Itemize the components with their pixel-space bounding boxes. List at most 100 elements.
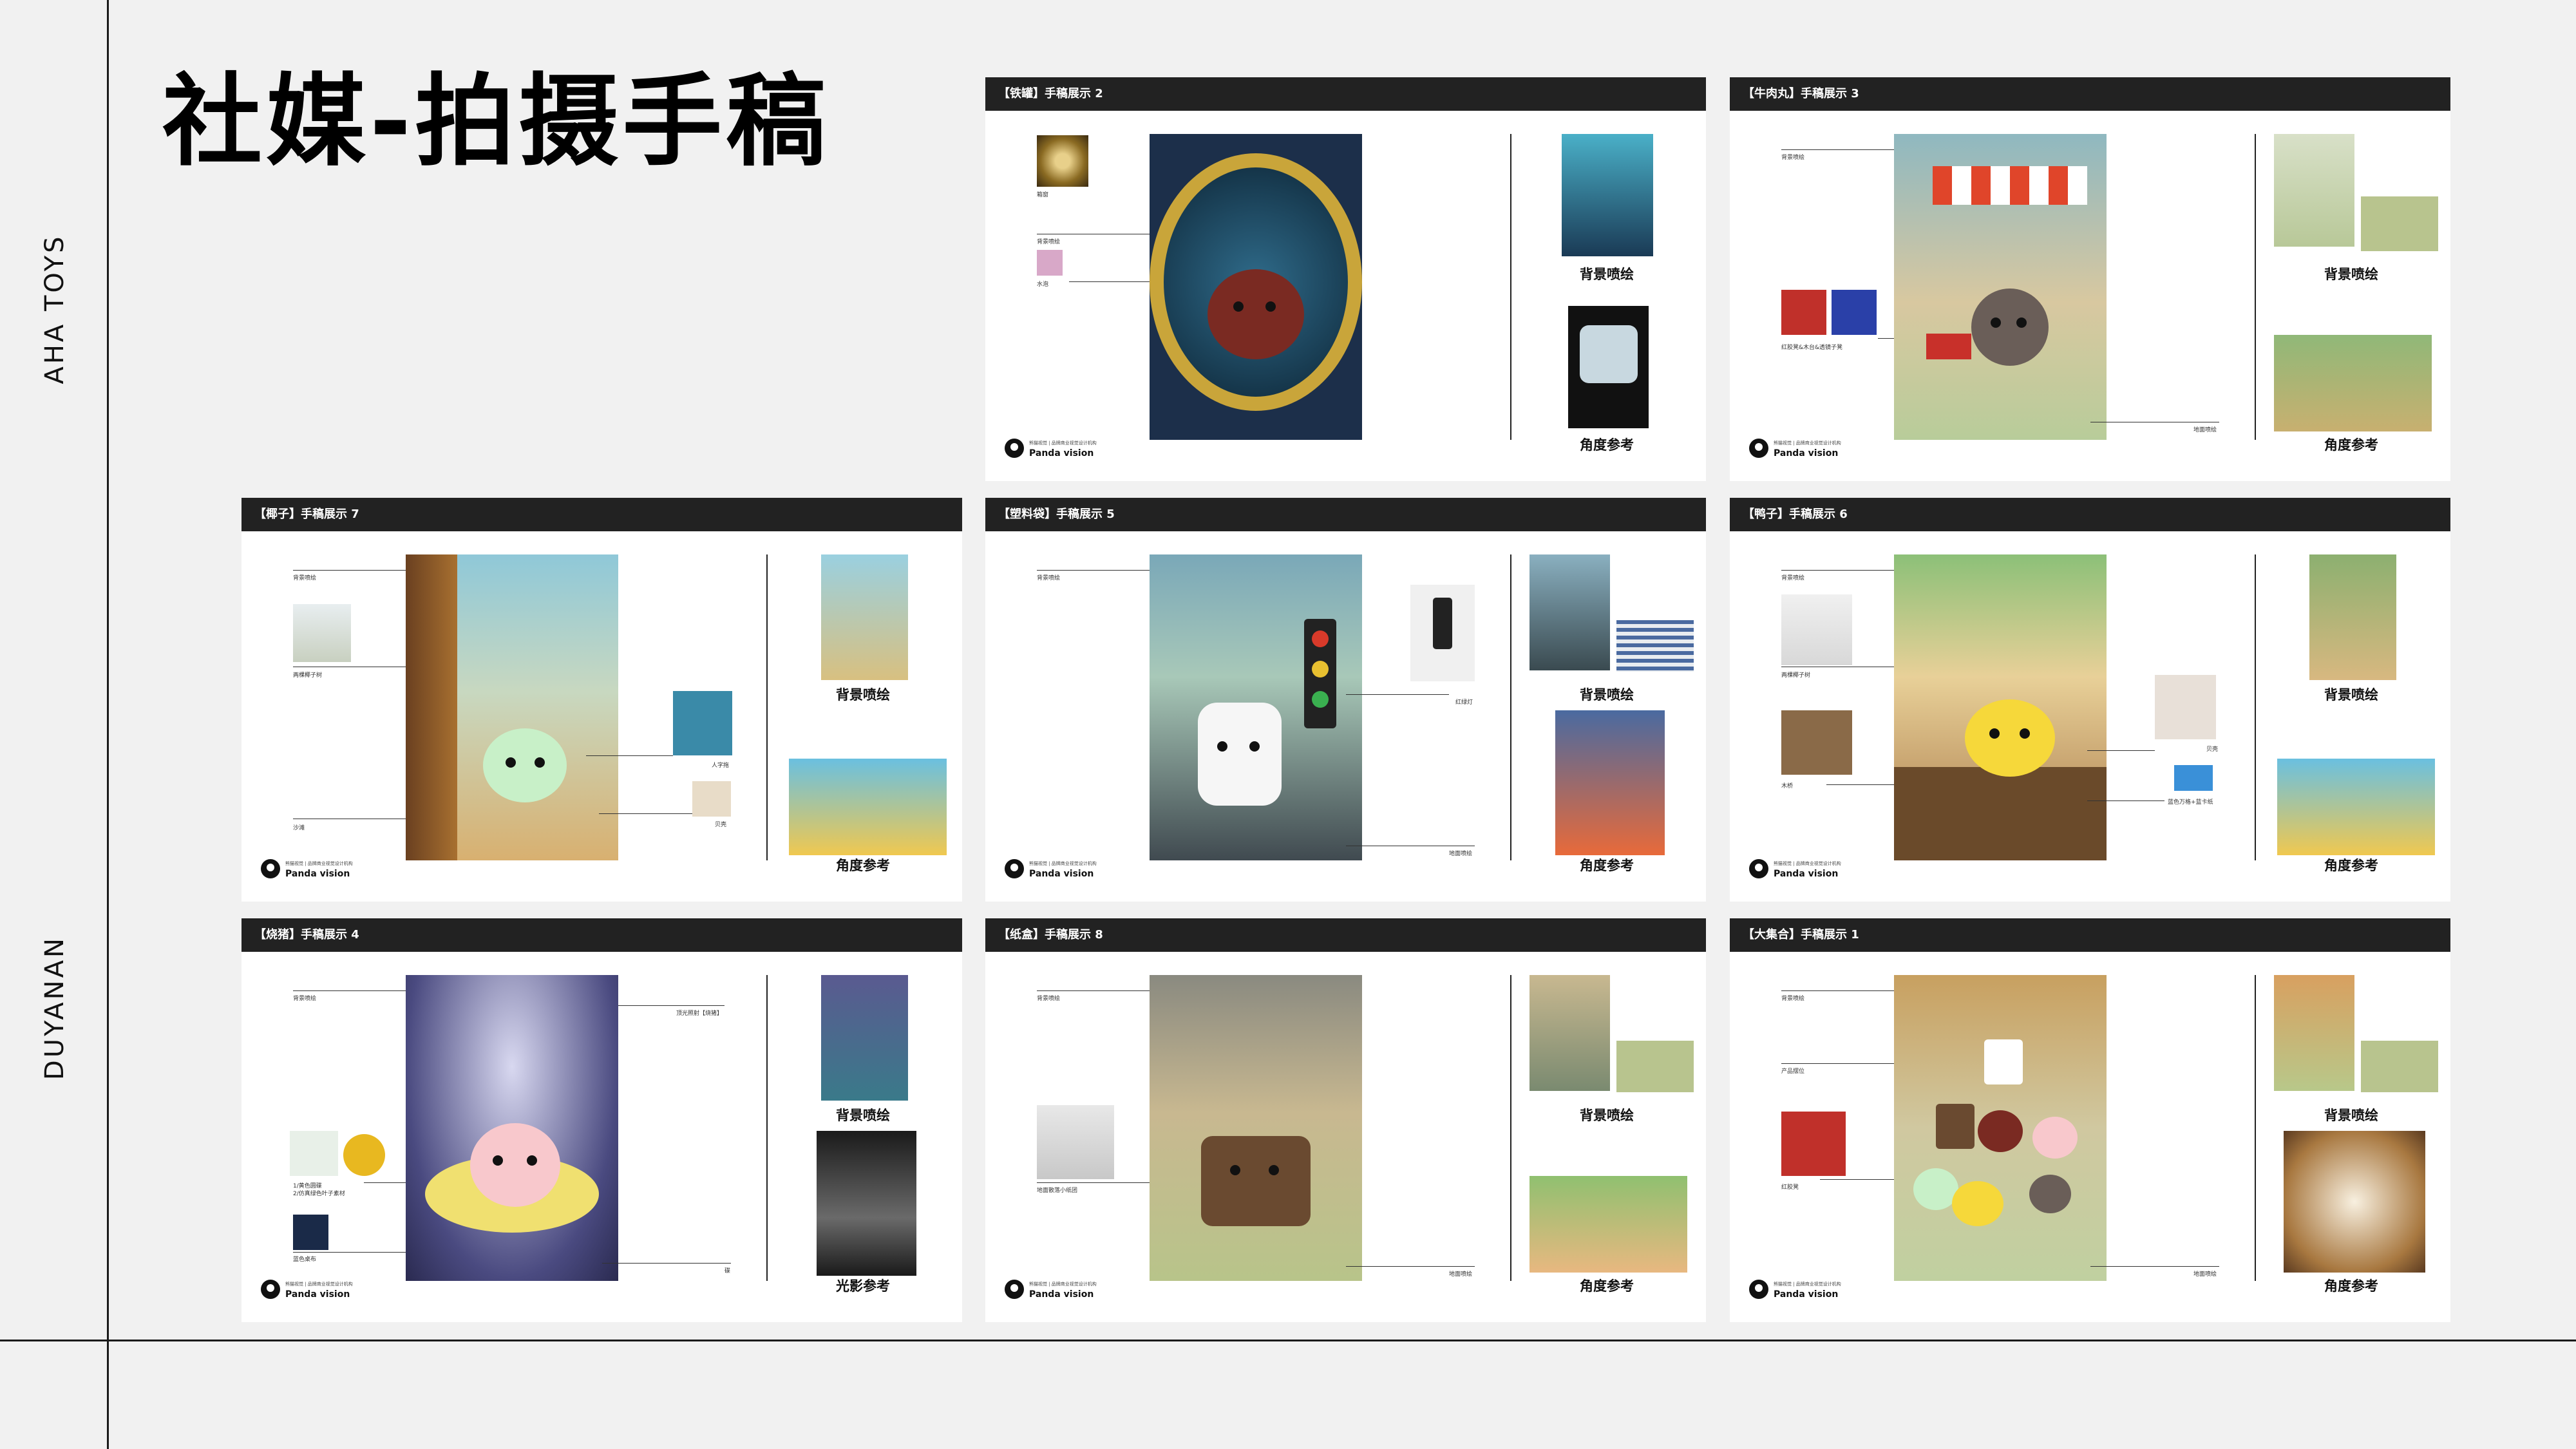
annotation-line: [293, 1252, 406, 1253]
background-reference-image: [1530, 975, 1610, 1091]
background-reference-label: 背景喷绘: [1580, 267, 1634, 282]
annotation-label: 背景喷绘: [1781, 996, 1805, 1002]
sketch-card-duck: 【鸭子】手稿展示 6 背景喷绘 两棵椰子树 木桥 贝壳 蓝色万格+蓝卡纸 背景喷…: [1730, 498, 2450, 902]
horizontal-rule: [0, 1340, 2576, 1341]
vertical-rule: [107, 0, 109, 1449]
annotation-line: [2087, 800, 2164, 801]
can-sketch-photo: [1150, 134, 1362, 440]
angle-reference-label: 角度参考: [2324, 1278, 2378, 1294]
annotation-label: 两棵椰子树: [293, 672, 323, 679]
angle-reference-label: 角度参考: [836, 858, 890, 873]
roast-pig-sketch-photo: [406, 975, 618, 1281]
annotation-label: 背景喷绘: [1781, 575, 1805, 582]
sketch-card-group: 【大集合】手稿展示 1 背景喷绘 产品摆位 红胶凳 地面喷绘 背景喷绘 角度参考…: [1730, 918, 2450, 1322]
annotation-line: [1037, 1182, 1150, 1183]
color-swatch: [1616, 620, 1694, 672]
card-header: 【纸盒】手稿展示 8: [985, 918, 1706, 952]
annotation-line: [2090, 1266, 2219, 1267]
annotation-label: 地面喷绘: [2193, 427, 2217, 433]
meatball-sketch-photo: [1894, 134, 2107, 440]
card-divider: [2255, 975, 2256, 1281]
panda-vision-logo: 熊猫视觉 | 品牌商业视觉设计机构 Panda vision: [261, 858, 353, 879]
blue-card-thumbnail: [2174, 765, 2213, 791]
lighting-reference-label: 光影参考: [836, 1278, 890, 1294]
color-swatch: [2361, 196, 2438, 251]
panda-logo-icon: [1005, 859, 1024, 878]
sketch-card-meatball: 【牛肉丸】手稿展示 3 背景喷绘 红胶凳&木台&透镜子凳 地面喷绘 背景喷绘 角…: [1730, 77, 2450, 481]
annotation-label: 顶光照射【烧猪】: [676, 1010, 723, 1017]
background-reference-image: [2274, 975, 2354, 1091]
background-reference-label: 背景喷绘: [2324, 687, 2378, 703]
background-reference-label: 背景喷绘: [1580, 687, 1634, 703]
porthole-thumbnail: [1037, 135, 1088, 187]
duck-sketch-photo: [1894, 554, 2107, 860]
panda-logo-icon: [1749, 1280, 1768, 1299]
annotation-label: 人字拖: [712, 762, 730, 769]
annotation-line: [1346, 694, 1449, 695]
background-reference-image: [821, 554, 908, 680]
annotation-line: [586, 755, 673, 756]
angle-reference-image: [1568, 306, 1649, 428]
slipper-thumbnail: [673, 691, 732, 755]
panda-logo-icon: [1749, 859, 1768, 878]
annotation-label: 背景喷绘: [293, 996, 317, 1002]
angle-reference-label: 角度参考: [1580, 858, 1634, 873]
lighting-reference-image: [817, 1131, 916, 1276]
panda-vision-logo: 熊猫视觉 | 品牌商业视觉设计机构 Panda vision: [261, 1279, 353, 1300]
group-sketch-photo: [1894, 975, 2107, 1281]
annotation-label: 红胶凳: [1781, 1184, 1799, 1191]
background-reference-label: 背景喷绘: [836, 687, 890, 703]
side-label-author: DUYANAN: [40, 936, 70, 1080]
annotation-label: 2/仿真绿色叶子素材: [293, 1191, 345, 1197]
card-header: 【牛肉丸】手稿展示 3: [1730, 77, 2450, 111]
sketch-card-coconut: 【椰子】手稿展示 7 背景喷绘 两棵椰子树 沙滩 人字拖 贝壳 背景喷绘 角度参…: [242, 498, 962, 902]
annotation-label: 地面喷绘: [2193, 1271, 2217, 1278]
panda-logo-icon: [261, 1280, 280, 1299]
panda-vision-logo: 熊猫视觉 | 品牌商业视觉设计机构 Panda vision: [1005, 438, 1097, 459]
side-label-brand: AHA TOYS: [40, 234, 70, 384]
annotation-label: 贝壳: [715, 822, 727, 828]
annotation-label: 地面喷绘: [1449, 851, 1473, 857]
annotation-line: [2087, 750, 2155, 751]
palm-tree-thumbnail: [293, 604, 351, 662]
annotation-label: 红绿灯: [1455, 699, 1473, 706]
panda-vision-logo: 熊猫视觉 | 品牌商业视觉设计机构 Panda vision: [1005, 858, 1097, 879]
annotation-line: [599, 813, 692, 814]
card-divider: [1510, 554, 1511, 860]
sketch-card-can: 【铁罐】手稿展示 2 箱窗 背景喷绘 水泡 背景喷绘 角度参考 熊猫视觉 | 品…: [985, 77, 1706, 481]
background-reference-label: 背景喷绘: [2324, 267, 2378, 282]
panda-vision-logo: 熊猫视觉 | 品牌商业视觉设计机构 Panda vision: [1749, 1279, 1841, 1300]
annotation-line: [1826, 784, 1894, 785]
sketch-card-paper-box: 【纸盒】手稿展示 8 背景喷绘 地面散落小纸团 地面喷绘 背景喷绘 角度参考 熊…: [985, 918, 1706, 1322]
annotation-label: 贝壳: [2206, 746, 2219, 753]
annotation-label: 背景喷绘: [1037, 239, 1061, 245]
card-divider: [766, 554, 768, 860]
card-divider: [1510, 975, 1511, 1281]
yellow-plate-thumbnail: [343, 1134, 385, 1176]
palm-tree-thumbnail: [1781, 594, 1852, 665]
card-header: 【烧猪】手稿展示 4: [242, 918, 962, 952]
card-divider: [2255, 134, 2256, 440]
annotation-label: 背景喷绘: [293, 575, 317, 582]
background-reference-image: [2274, 134, 2354, 247]
paper-ball-thumbnail: [1037, 1105, 1114, 1179]
background-reference-image: [821, 975, 908, 1101]
sketch-card-plastic-bag: 【塑料袋】手稿展示 5 背景喷绘 红绿灯 地面喷绘 背景喷绘 角度参考 熊猫视觉…: [985, 498, 1706, 902]
panda-logo-icon: [1005, 439, 1024, 458]
annotation-line: [1820, 1179, 1904, 1180]
angle-reference-image: [2274, 335, 2432, 431]
angle-reference-image: [2277, 759, 2435, 855]
stool-thumbnail: [1832, 290, 1877, 335]
annotation-label: 红胶凳&木台&透镜子凳: [1781, 345, 1843, 351]
annotation-line: [1346, 1266, 1475, 1267]
annotation-line: [1781, 990, 1894, 991]
panda-vision-logo: 熊猫视觉 | 品牌商业视觉设计机构 Panda vision: [1749, 858, 1841, 879]
panda-vision-logo: 熊猫视觉 | 品牌商业视觉设计机构 Panda vision: [1005, 1279, 1097, 1300]
annotation-label: 背景喷绘: [1037, 996, 1061, 1002]
card-divider: [2255, 554, 2256, 860]
stool-thumbnail: [1781, 1112, 1846, 1176]
angle-reference-image: [2284, 1131, 2425, 1273]
annotation-label: 箱窗: [1037, 192, 1049, 198]
wood-bridge-thumbnail: [1781, 710, 1852, 775]
annotation-label: 蓝色万格+蓝卡纸: [2168, 799, 2213, 806]
